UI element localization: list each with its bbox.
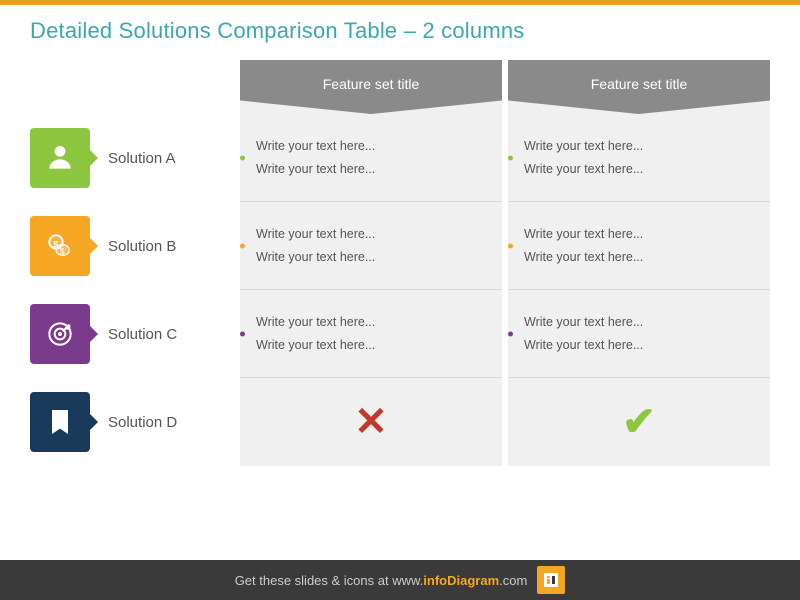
person-icon xyxy=(44,142,76,174)
solution-c-label: Solution C xyxy=(108,326,177,343)
col2-cell-a-line1: Write your text here... xyxy=(524,135,754,158)
col1-cell-b-line2: Write your text here... xyxy=(256,246,486,269)
solution-a-label: Solution A xyxy=(108,150,176,167)
col1-cell-c: Write your text here... Write your text … xyxy=(240,290,502,378)
col1-cell-a: Write your text here... Write your text … xyxy=(240,114,502,202)
solution-b-icon: $ $ xyxy=(30,216,90,276)
footer-logo-icon xyxy=(537,566,565,594)
accent-dot2-b xyxy=(508,243,513,248)
feature-col2-title: Feature set title xyxy=(591,76,688,92)
page-title: Detailed Solutions Comparison Table – 2 … xyxy=(30,18,770,44)
solution-row-c: Solution C xyxy=(30,290,240,378)
svg-text:$: $ xyxy=(60,247,65,256)
solution-row-d: Solution D xyxy=(30,378,240,466)
footer: Get these slides & icons at www.infoDiag… xyxy=(0,560,800,600)
feature-col1-header: Feature set title xyxy=(240,60,502,114)
check-mark: ✔ xyxy=(524,386,754,458)
col2-cell-c-line1: Write your text here... xyxy=(524,311,754,334)
feature-columns: Feature set title Write your text here..… xyxy=(240,60,770,466)
feature-col1-body: Write your text here... Write your text … xyxy=(240,114,502,466)
col1-cell-b-line1: Write your text here... xyxy=(256,223,486,246)
col1-cell-a-line2: Write your text here... xyxy=(256,158,486,181)
col2-cell-c: Write your text here... Write your text … xyxy=(508,290,770,378)
col2-cell-d: ✔ xyxy=(508,378,770,466)
solution-a-icon xyxy=(30,128,90,188)
comparison-table: Solution A $ $ Solution B xyxy=(30,60,770,466)
col2-cell-c-line2: Write your text here... xyxy=(524,334,754,357)
feature-col1-title: Feature set title xyxy=(323,76,420,92)
bookmark-icon xyxy=(44,406,76,438)
col2-cell-a-line2: Write your text here... xyxy=(524,158,754,181)
col2-cell-b-line1: Write your text here... xyxy=(524,223,754,246)
footer-brand: infoDiagram xyxy=(423,573,499,588)
col1-cell-b: Write your text here... Write your text … xyxy=(240,202,502,290)
feature-col2-header: Feature set title xyxy=(508,60,770,114)
accent-dot2-a xyxy=(508,155,513,160)
solution-b-label: Solution B xyxy=(108,238,176,255)
footer-text: Get these slides & icons at www.infoDiag… xyxy=(235,573,528,588)
feature-column-2: Feature set title Write your text here..… xyxy=(508,60,770,466)
solution-row-a: Solution A xyxy=(30,114,240,202)
col1-cell-a-line1: Write your text here... xyxy=(256,135,486,158)
accent-dot-b xyxy=(240,243,245,248)
col2-cell-a: Write your text here... Write your text … xyxy=(508,114,770,202)
main-content: Detailed Solutions Comparison Table – 2 … xyxy=(0,0,800,476)
target-icon xyxy=(44,318,76,350)
footer-logo-inner xyxy=(544,573,558,587)
solution-d-icon xyxy=(30,392,90,452)
col1-cell-c-line2: Write your text here... xyxy=(256,334,486,357)
solutions-column: Solution A $ $ Solution B xyxy=(30,114,240,466)
accent-dot-c xyxy=(240,331,245,336)
col1-cell-c-line1: Write your text here... xyxy=(256,311,486,334)
footer-logo-svg xyxy=(546,575,556,585)
cross-mark: ✕ xyxy=(256,386,486,458)
coins-icon: $ $ xyxy=(44,230,76,262)
accent-dot-a xyxy=(240,155,245,160)
col2-cell-b: Write your text here... Write your text … xyxy=(508,202,770,290)
feature-column-1: Feature set title Write your text here..… xyxy=(240,60,502,466)
solution-c-icon xyxy=(30,304,90,364)
accent-dot2-c xyxy=(508,331,513,336)
solution-d-label: Solution D xyxy=(108,414,177,431)
feature-col2-body: Write your text here... Write your text … xyxy=(508,114,770,466)
col2-cell-b-line2: Write your text here... xyxy=(524,246,754,269)
col1-cell-d: ✕ xyxy=(240,378,502,466)
solution-row-b: $ $ Solution B xyxy=(30,202,240,290)
